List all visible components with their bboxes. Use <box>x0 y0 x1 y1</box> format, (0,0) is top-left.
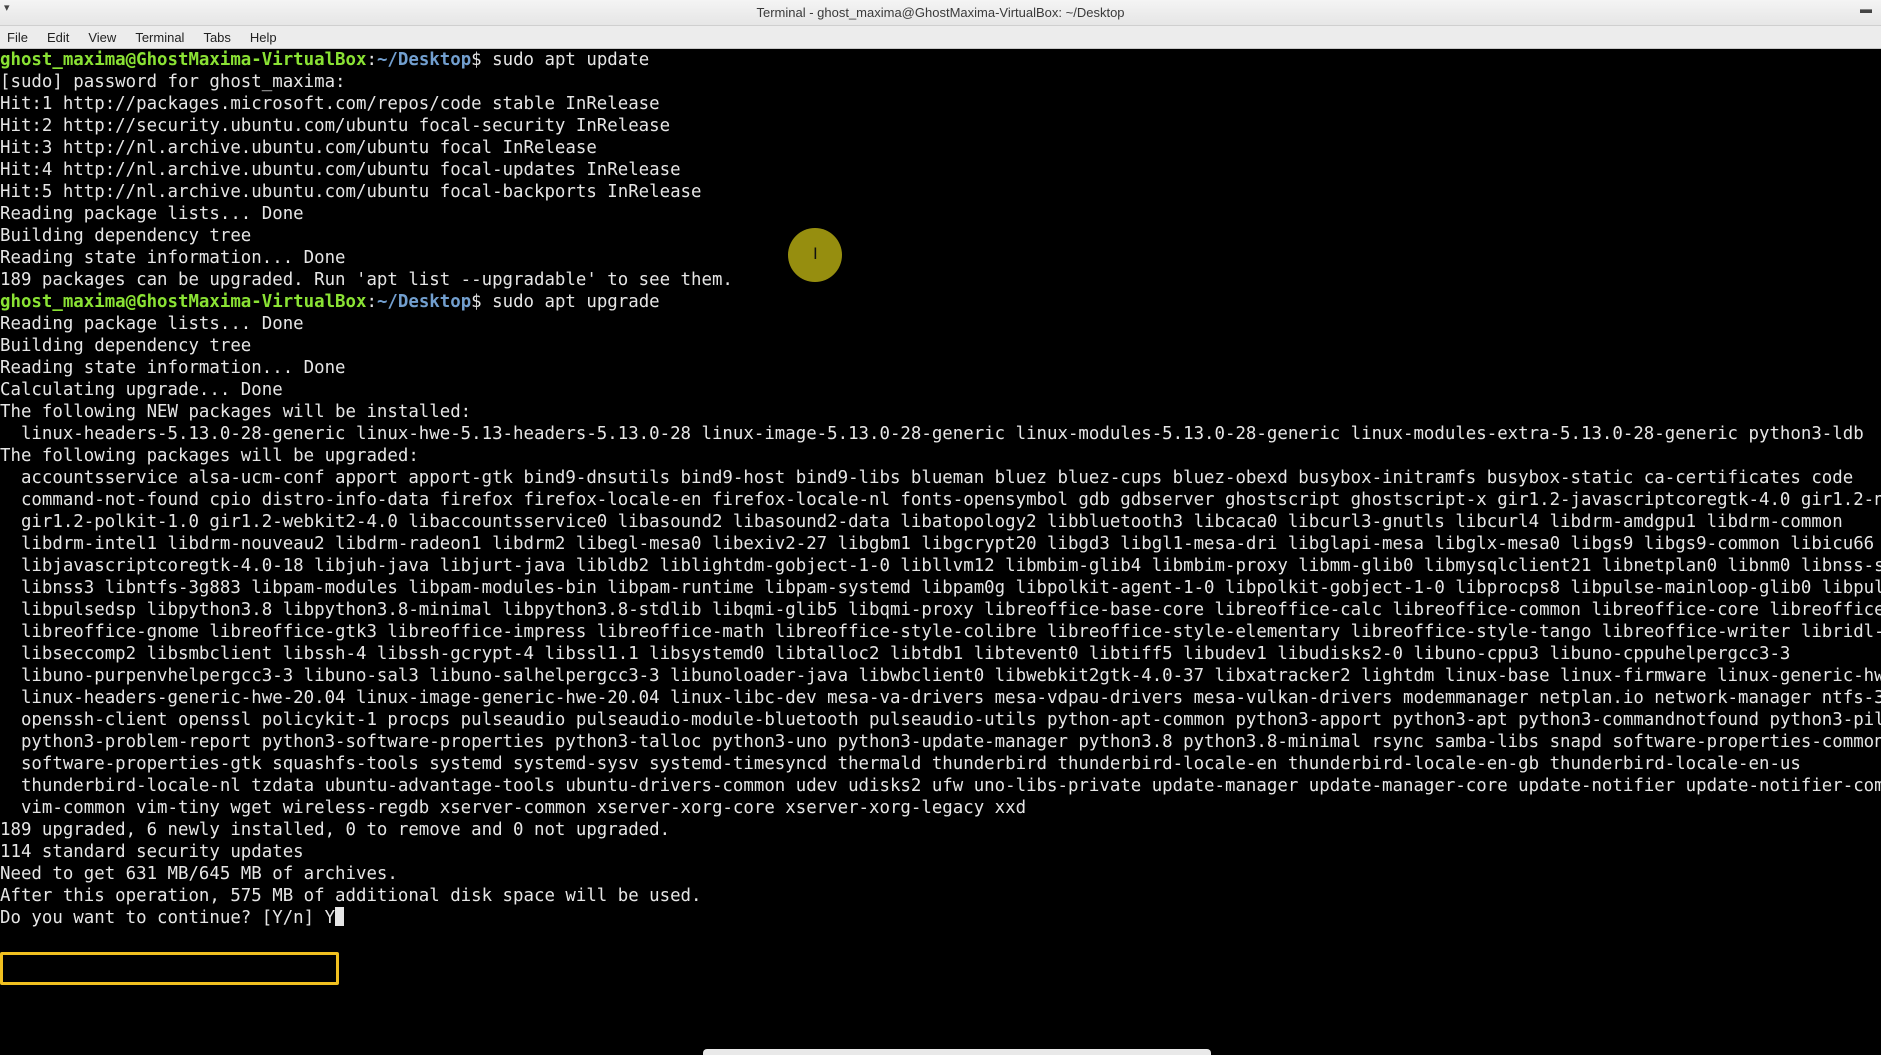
terminal-output-line: libjavascriptcoregtk-4.0-18 libjuh-java … <box>0 556 1881 576</box>
terminal-output-line: python3-problem-report python3-software-… <box>0 732 1881 752</box>
minimize-icon[interactable]: ▬ <box>1859 3 1873 18</box>
prompt-dollar: $ <box>471 292 482 312</box>
terminal-output-line: thunderbird-locale-nl tzdata ubuntu-adva… <box>0 776 1881 796</box>
terminal-output-line: Hit:5 http://nl.archive.ubuntu.com/ubunt… <box>0 182 702 202</box>
terminal-output-line: [sudo] password for ghost_maxima: <box>0 72 346 92</box>
menu-file[interactable]: File <box>0 30 28 45</box>
terminal-output-line: gir1.2-polkit-1.0 gir1.2-webkit2-4.0 lib… <box>0 512 1843 532</box>
text-ibeam-cursor-icon: I <box>788 228 842 282</box>
terminal-output-line: linux-headers-5.13.0-28-generic linux-hw… <box>0 424 1864 444</box>
prompt-command: sudo apt update <box>481 50 650 70</box>
prompt-dollar: $ <box>471 50 482 70</box>
terminal-prompt-line: ghost_maxima@GhostMaxima-VirtualBox:~/De… <box>0 49 1881 71</box>
terminal-output-line: Calculating upgrade... Done <box>0 380 283 400</box>
terminal-output-line: Reading package lists... Done <box>0 314 304 334</box>
terminal-output-line: vim-common vim-tiny wget wireless-regdb … <box>0 798 1027 818</box>
terminal-output-line: Need to get 631 MB/645 MB of archives. <box>0 864 398 884</box>
prompt-command: sudo apt upgrade <box>481 292 660 312</box>
terminal-output-line: software-properties-gtk squashfs-tools s… <box>0 754 1801 774</box>
terminal-output-line: After this operation, 575 MB of addition… <box>0 886 702 906</box>
menubar: File Edit View Terminal Tabs Help <box>0 26 1881 49</box>
terminal-output-line: Hit:1 http://packages.microsoft.com/repo… <box>0 94 660 114</box>
terminal-output-line: openssh-client openssl policykit-1 procp… <box>0 710 1881 730</box>
terminal-output-line: 114 standard security updates <box>0 842 304 862</box>
menu-edit[interactable]: Edit <box>40 30 69 45</box>
prompt-user-host: ghost_maxima@GhostMaxima-VirtualBox <box>0 50 367 70</box>
terminal-output-line: accountsservice alsa-ucm-conf apport app… <box>0 468 1854 488</box>
menu-help[interactable]: Help <box>243 30 277 45</box>
ibeam-glyph: I <box>813 244 818 263</box>
terminal-output-line: Reading state information... Done <box>0 358 346 378</box>
terminal-output-line: Hit:4 http://nl.archive.ubuntu.com/ubunt… <box>0 160 681 180</box>
menu-tabs[interactable]: Tabs <box>196 30 230 45</box>
continue-prompt-text[interactable]: Do you want to continue? [Y/n] Y <box>0 908 335 928</box>
menu-terminal[interactable]: Terminal <box>128 30 184 45</box>
terminal-output-line: libuno-purpenvhelpergcc3-3 libuno-sal3 l… <box>0 666 1881 686</box>
continue-prompt-highlight <box>0 952 339 985</box>
prompt-separator: : <box>366 50 377 70</box>
text-cursor <box>335 907 345 926</box>
terminal-output-line: 189 packages can be upgraded. Run 'apt l… <box>0 270 733 290</box>
terminal-output-line: Building dependency tree <box>0 336 252 356</box>
terminal-output-line: libpulsedsp libpython3.8 libpython3.8-mi… <box>0 600 1881 620</box>
window-titlebar[interactable]: ▾ Terminal - ghost_maxima@GhostMaxima-Vi… <box>0 0 1881 26</box>
terminal-output-line: linux-headers-generic-hwe-20.04 linux-im… <box>0 688 1881 708</box>
prompt-path: ~/Desktop <box>376 292 472 312</box>
prompt-separator: : <box>366 292 377 312</box>
terminal-output-line: command-not-found cpio distro-info-data … <box>0 490 1881 510</box>
prompt-path: ~/Desktop <box>376 50 472 70</box>
terminal-prompt-line: ghost_maxima@GhostMaxima-VirtualBox:~/De… <box>0 291 1881 313</box>
terminal-output-line: libnss3 libntfs-3g883 libpam-modules lib… <box>0 578 1881 598</box>
terminal-output-line: Reading package lists... Done <box>0 204 304 224</box>
terminal-lines: ghost_maxima@GhostMaxima-VirtualBox:~/De… <box>0 49 1881 929</box>
menu-view[interactable]: View <box>81 30 116 45</box>
terminal-output-line: The following NEW packages will be insta… <box>0 402 472 422</box>
terminal-output-line: Building dependency tree <box>0 226 252 246</box>
terminal-output-line: libdrm-intel1 libdrm-nouveau2 libdrm-rad… <box>0 534 1875 554</box>
terminal-output-line: libseccomp2 libsmbclient libssh-4 libssh… <box>0 644 1791 664</box>
dock-edge <box>703 1049 1211 1055</box>
terminal-output-area[interactable]: ghost_maxima@GhostMaxima-VirtualBox:~/De… <box>0 49 1881 1055</box>
prompt-user-host: ghost_maxima@GhostMaxima-VirtualBox <box>0 292 367 312</box>
terminal-output-line: Hit:2 http://security.ubuntu.com/ubuntu … <box>0 116 671 136</box>
continue-prompt-line[interactable]: Do you want to continue? [Y/n] Y <box>0 907 1881 929</box>
window-title: Terminal - ghost_maxima@GhostMaxima-Virt… <box>756 5 1125 20</box>
terminal-output-line: The following packages will be upgraded: <box>0 446 419 466</box>
terminal-output-line: Reading state information... Done <box>0 248 346 268</box>
terminal-output-line: 189 upgraded, 6 newly installed, 0 to re… <box>0 820 671 840</box>
terminal-output-line: Hit:3 http://nl.archive.ubuntu.com/ubunt… <box>0 138 597 158</box>
terminal-output-line: libreoffice-gnome libreoffice-gtk3 libre… <box>0 622 1881 642</box>
